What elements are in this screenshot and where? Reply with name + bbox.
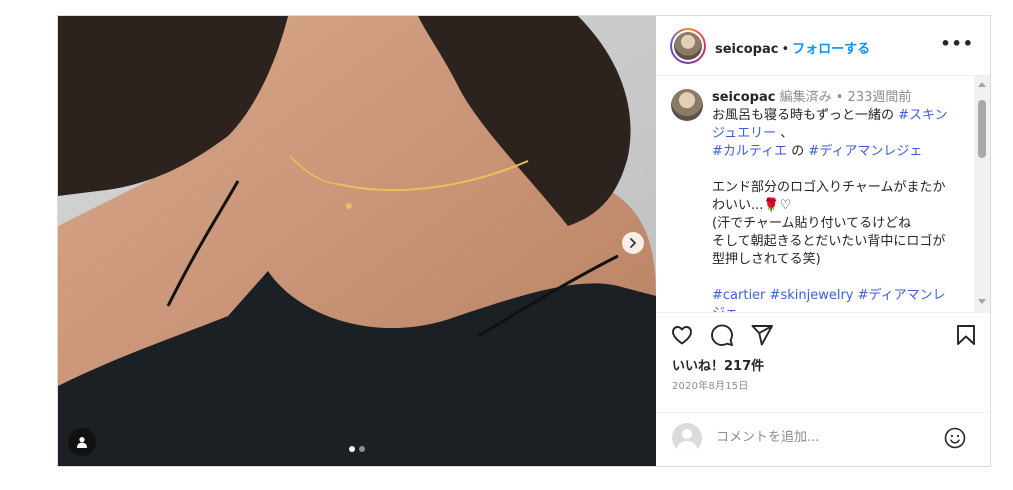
author-username[interactable]: seicopac xyxy=(715,42,778,57)
likes-count[interactable]: いいね！217件 xyxy=(672,355,764,374)
photo-illustration xyxy=(58,16,656,466)
scroll-down-icon[interactable] xyxy=(978,299,986,304)
post-image[interactable] xyxy=(58,16,656,466)
hashtag-link[interactable]: #カルティエ xyxy=(712,144,787,159)
caption-username[interactable]: seicopac xyxy=(712,90,775,105)
emoji-icon[interactable] xyxy=(943,426,967,450)
caption-line: そして朝起きるとだいたい背中にロゴが型押しされてる笑) xyxy=(712,234,946,267)
chevron-right-icon xyxy=(630,238,637,248)
post-actions: いいね！217件 2020年8月15日 xyxy=(656,312,990,412)
caption-line: (汗でチャーム貼り付いてるけどね xyxy=(712,216,912,231)
share-icon[interactable] xyxy=(750,323,774,347)
caption-line: 、 xyxy=(780,126,794,141)
post-header: seicopac • フォローする ••• xyxy=(656,16,990,76)
header-separator: • xyxy=(781,42,790,57)
carousel-dot-active xyxy=(349,446,355,452)
post-date[interactable]: 2020年8月15日 xyxy=(672,377,749,392)
author-avatar[interactable] xyxy=(670,28,706,64)
edited-label: 編集済み xyxy=(779,90,832,105)
hashtag-link[interactable]: #cartier xyxy=(712,288,765,303)
follow-button[interactable]: フォローする xyxy=(792,42,870,57)
carousel-next-button[interactable] xyxy=(622,232,644,254)
caption-area[interactable]: seicopac 編集済み • 233週間前 お風呂も寝る時もずっと一緒の #ス… xyxy=(656,76,990,312)
caption-line: の xyxy=(791,144,805,159)
post-container: seicopac • フォローする ••• seicopac 編集済み • 233週… xyxy=(57,15,991,467)
carousel-indicator xyxy=(349,446,365,452)
carousel-dot xyxy=(359,446,365,452)
more-options-icon[interactable]: ••• xyxy=(940,34,974,53)
caption-text: seicopac 編集済み • 233週間前 お風呂も寝る時もずっと一緒の #ス… xyxy=(712,89,955,312)
caption-avatar[interactable] xyxy=(671,89,703,121)
heart-icon[interactable] xyxy=(670,323,694,347)
caption-line: エンド部分のロゴ入りチャームがまたかわいい...🌹♡ xyxy=(712,180,946,213)
current-user-avatar xyxy=(672,423,702,453)
caption-line: お風呂も寝る時もずっと一緒の xyxy=(712,108,895,123)
user-tag-icon xyxy=(77,437,87,448)
post-side-panel: seicopac • フォローする ••• seicopac 編集済み • 233週… xyxy=(656,16,990,466)
scroll-thumb[interactable] xyxy=(978,100,986,158)
hashtag-link[interactable]: #ディアマンレジェ xyxy=(808,144,922,159)
bookmark-icon[interactable] xyxy=(954,323,978,347)
caption-scrollbar[interactable] xyxy=(974,76,990,312)
hashtag-link[interactable]: #skinjewelry xyxy=(770,288,854,303)
header-text: seicopac • フォローする xyxy=(715,38,870,57)
scroll-up-icon[interactable] xyxy=(978,82,986,87)
time-ago[interactable]: 233週間前 xyxy=(848,90,912,105)
comment-bar xyxy=(656,412,990,466)
comment-input[interactable] xyxy=(716,430,916,445)
user-tag-button[interactable] xyxy=(68,428,96,456)
caption-separator: • xyxy=(835,90,844,105)
comment-icon[interactable] xyxy=(710,323,734,347)
